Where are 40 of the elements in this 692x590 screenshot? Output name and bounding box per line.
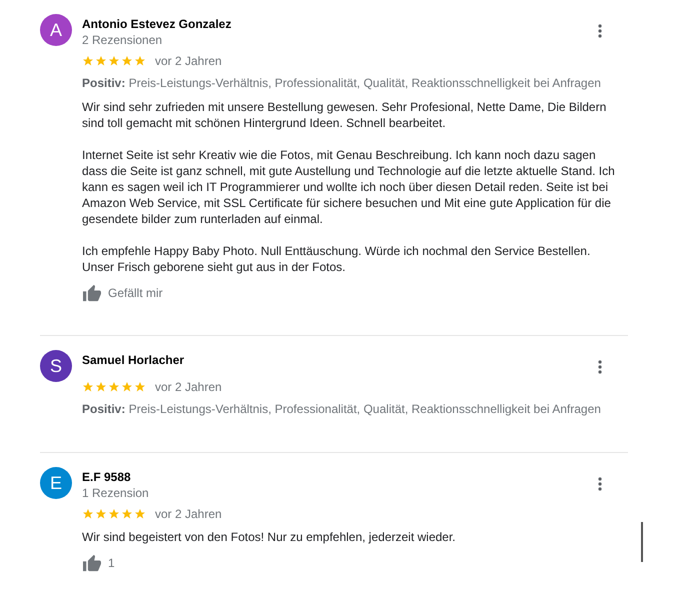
star-icon — [95, 55, 107, 67]
star-icon — [121, 55, 133, 67]
more-options-icon[interactable] — [598, 477, 602, 491]
scrollbar[interactable] — [641, 522, 643, 562]
review-text: Internet Seite ist sehr Kreativ wie die Fotos, mit Genau Beschreibung. Ich kann noch dazu sagen dass die Seite ist ganz schnell, mit gute Austellung und Technologie auf die letzte aktuelle Stand. Ich kann es sagen weil ich IT Programmierer und wollte ich noch über diesen Detail reden. Seite ist bei Amazon Web Service, mit SSL Certificate für sichere besuchen und Mit eine gute Application für die gesendete bilder zum runterladen auf einmal. — [82, 147, 616, 227]
review-time: vor 2 Jahren — [155, 54, 222, 68]
avatar[interactable]: S — [40, 350, 72, 382]
reviewer-name[interactable]: E.F 9588 — [82, 469, 149, 485]
more-options-icon[interactable] — [598, 360, 602, 374]
more-options-icon[interactable] — [598, 24, 602, 38]
review-text: Wir sind begeistert von den Fotos! Nur zu empfehlen, jederzeit wieder. — [82, 529, 457, 545]
star-icon — [82, 381, 94, 393]
review-time: vor 2 Jahren — [155, 507, 222, 521]
star-icon — [134, 55, 146, 67]
reviewer-name[interactable]: Samuel Horlacher — [82, 352, 184, 368]
review-count: 2 Rezensionen — [82, 32, 164, 48]
star-icon — [82, 508, 94, 520]
avatar[interactable]: A — [40, 14, 72, 46]
star-icon — [108, 55, 120, 67]
thumbs-up-icon — [82, 284, 102, 302]
star-icon — [108, 508, 120, 520]
review-count: 1 Rezension — [82, 485, 149, 501]
star-icon — [134, 508, 146, 520]
star-icon — [82, 55, 94, 67]
review-text: Wir sind sehr zufrieden mit unsere Bestellung gewesen. Sehr Profesional, Nette Dame, Die Bildern sind toll gemacht mit schönen Hintergrund Ideen. Schnell bearbeitet. — [82, 99, 608, 131]
like-button[interactable]: 1 — [82, 554, 115, 572]
positive-aspects: Positiv: Preis-Leistungs-Verhältnis, Professionalität, Qualität, Reaktionsschnelligkeit bei Anfragen — [82, 401, 602, 417]
star-icon — [108, 381, 120, 393]
star-icon — [134, 381, 146, 393]
reviewer-name[interactable]: Antonio Estevez Gonzalez — [82, 16, 232, 32]
thumbs-up-icon — [82, 554, 102, 572]
star-icon — [95, 381, 107, 393]
avatar[interactable]: E — [40, 467, 72, 499]
review-time: vor 2 Jahren — [155, 380, 222, 394]
review-text: Ich empfehle Happy Baby Photo. Null Enttäuschung. Würde ich nochmal den Service Bestellen. Unser Frisch geborene sieht gut aus in der Fotos. — [82, 243, 592, 275]
like-button[interactable]: Gefällt mir — [82, 284, 163, 302]
star-icon — [95, 508, 107, 520]
positive-aspects: Positiv: Preis-Leistungs-Verhältnis, Professionalität, Qualität, Reaktionsschnelligkeit bei Anfragen — [82, 75, 602, 91]
star-icon — [121, 381, 133, 393]
star-icon — [121, 508, 133, 520]
